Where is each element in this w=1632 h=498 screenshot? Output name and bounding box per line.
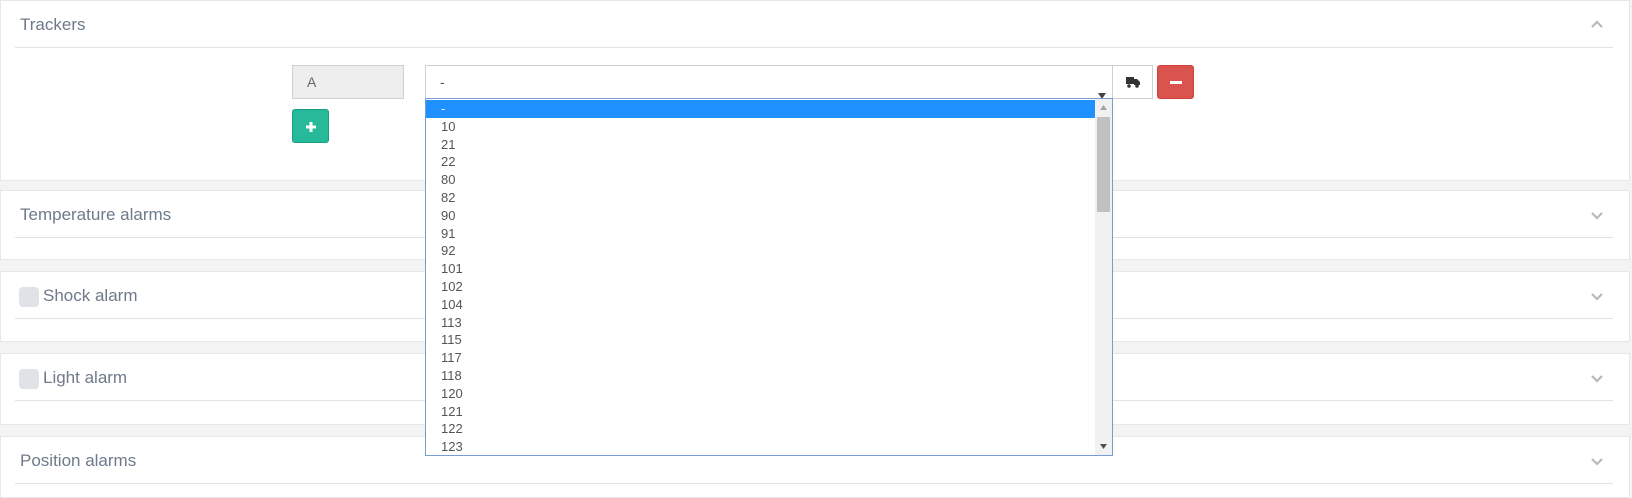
truck-button[interactable] <box>1113 65 1153 99</box>
tracker-select[interactable]: - <box>425 65 1113 99</box>
scroll-thumb[interactable] <box>1097 117 1110 212</box>
light-title: Light alarm <box>43 368 128 387</box>
chevron-down-icon[interactable] <box>1591 209 1603 221</box>
dropdown-option[interactable]: 123 <box>426 438 1095 455</box>
dropdown-option[interactable]: 91 <box>426 225 1095 243</box>
dropdown-option[interactable]: 120 <box>426 385 1095 403</box>
plus-icon <box>306 122 316 132</box>
dropdown-option[interactable]: 104 <box>426 296 1095 314</box>
chevron-down-icon[interactable] <box>1591 455 1603 467</box>
dropdown-option[interactable]: 92 <box>426 242 1095 260</box>
dropdown-option[interactable]: 90 <box>426 207 1095 225</box>
dropdown-option[interactable]: 22 <box>426 153 1095 171</box>
light-alarm-checkbox[interactable] <box>19 369 39 389</box>
scroll-up-arrow-icon[interactable] <box>1095 99 1112 116</box>
chevron-up-icon[interactable] <box>1591 19 1603 31</box>
chevron-down-icon[interactable] <box>1591 290 1603 302</box>
dropdown-options: -10 21 22 80 82 90 91 92 101 102 104 113 115 117 118 12… <box>426 100 1095 455</box>
trackers-title: Trackers <box>20 15 86 34</box>
dropdown-option[interactable]: 101 <box>426 260 1095 278</box>
dropdown-option[interactable]: 117 <box>426 349 1095 367</box>
dropdown-option[interactable]: 80 <box>426 171 1095 189</box>
position-title: Position alarms <box>20 451 137 470</box>
dropdown-option[interactable]: 121 <box>426 403 1095 421</box>
scroll-down-arrow-icon[interactable] <box>1095 438 1112 455</box>
dropdown-option[interactable]: 102 <box>426 278 1095 296</box>
tracker-letter-field[interactable]: A <box>292 65 404 99</box>
dropdown-option[interactable]: 82 <box>426 189 1095 207</box>
temperature-title: Temperature alarms <box>20 205 172 224</box>
dropdown-option[interactable]: 21 <box>426 136 1095 154</box>
dropdown-option[interactable]: 10 <box>426 118 1095 136</box>
dropdown-option[interactable]: 113 <box>426 314 1095 332</box>
dropdown-scrollbar[interactable] <box>1095 99 1112 455</box>
shock-alarm-checkbox[interactable] <box>19 287 39 307</box>
truck-icon <box>1126 77 1140 88</box>
dropdown-option[interactable]: 118 <box>426 367 1095 385</box>
remove-tracker-button[interactable] <box>1157 65 1194 99</box>
tracker-select-value: - <box>440 74 445 90</box>
add-tracker-button[interactable] <box>292 109 329 143</box>
trackers-header[interactable]: Trackers <box>15 1 1613 48</box>
minus-icon <box>1170 81 1182 84</box>
shock-title: Shock alarm <box>43 286 138 305</box>
caret-down-icon <box>1098 79 1106 99</box>
tracker-dropdown-list[interactable]: -10 21 22 80 82 90 91 92 101 102 104 113 115 117 118 12… <box>425 98 1113 456</box>
chevron-down-icon[interactable] <box>1591 372 1603 384</box>
dropdown-option[interactable]: 122 <box>426 420 1095 438</box>
dropdown-option[interactable]: - <box>426 100 1095 118</box>
dropdown-option[interactable]: 115 <box>426 331 1095 349</box>
